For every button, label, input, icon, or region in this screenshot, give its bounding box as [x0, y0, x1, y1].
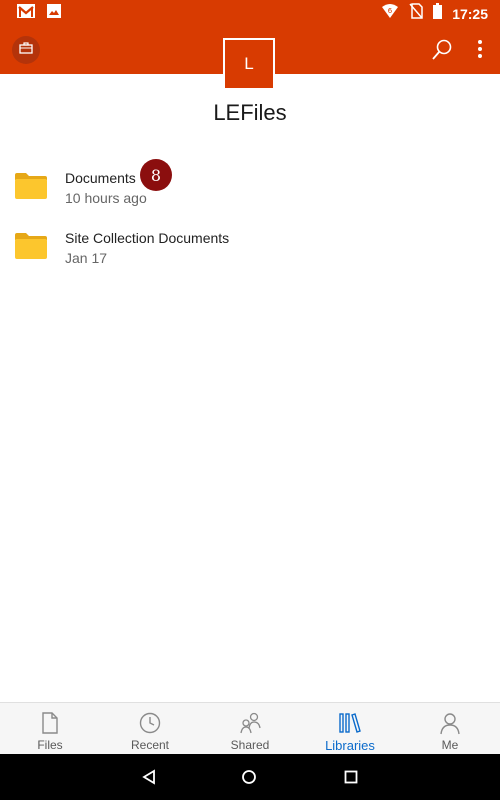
back-icon[interactable] — [141, 769, 157, 790]
folder-icon — [14, 172, 48, 200]
page-title: LEFiles — [213, 100, 287, 125]
library-name: Documents — [65, 170, 136, 186]
nav-label: Files — [37, 738, 63, 752]
library-list: Documents 10 hours ago 8 Site Collection… — [0, 158, 500, 278]
bottom-navigation: Files Recent Shared Libraries Me — [0, 702, 500, 755]
more-vertical-icon — [477, 38, 483, 62]
image-icon — [46, 3, 62, 24]
nav-label: Me — [441, 738, 459, 752]
list-item[interactable]: Documents 10 hours ago 8 — [0, 158, 500, 218]
folder-icon — [14, 232, 48, 260]
system-navigation-bar — [0, 754, 500, 800]
step-badge: 8 — [140, 159, 172, 191]
gmail-icon — [16, 3, 36, 24]
clock-icon — [138, 711, 162, 735]
person-icon — [438, 711, 462, 735]
site-avatar: L — [223, 38, 275, 90]
briefcase-icon — [19, 41, 33, 59]
nav-files[interactable]: Files — [0, 703, 100, 755]
people-icon — [238, 711, 262, 735]
nav-label: Recent — [130, 738, 170, 752]
recent-apps-icon[interactable] — [343, 769, 359, 790]
nav-label: Shared — [230, 738, 270, 752]
library-modified: Jan 17 — [65, 250, 108, 266]
nav-recent[interactable]: Recent — [100, 703, 200, 755]
library-modified: 10 hours ago — [65, 190, 147, 206]
nav-libraries[interactable]: Libraries — [300, 703, 400, 755]
battery-icon — [433, 3, 443, 24]
search-button[interactable] — [430, 38, 454, 62]
clock-time: 17:25 — [452, 5, 488, 22]
status-bar: 6 17:25 — [0, 0, 500, 24]
system-status: 6 17:25 — [381, 3, 488, 24]
libraries-icon — [338, 711, 362, 735]
work-account-button[interactable] — [12, 36, 40, 64]
search-icon — [430, 39, 454, 66]
list-item[interactable]: Site Collection Documents Jan 17 — [0, 218, 500, 278]
more-options-button[interactable] — [472, 38, 488, 62]
no-sim-icon — [409, 3, 423, 24]
svg-text:6: 6 — [388, 7, 393, 15]
nav-me[interactable]: Me — [400, 703, 500, 755]
wifi-icon: 6 — [381, 3, 399, 24]
library-name: Site Collection Documents — [65, 230, 230, 246]
file-icon — [38, 711, 62, 735]
nav-shared[interactable]: Shared — [200, 703, 300, 755]
notification-icons — [16, 3, 62, 24]
home-icon[interactable] — [241, 769, 257, 790]
nav-label: Libraries — [325, 738, 375, 753]
